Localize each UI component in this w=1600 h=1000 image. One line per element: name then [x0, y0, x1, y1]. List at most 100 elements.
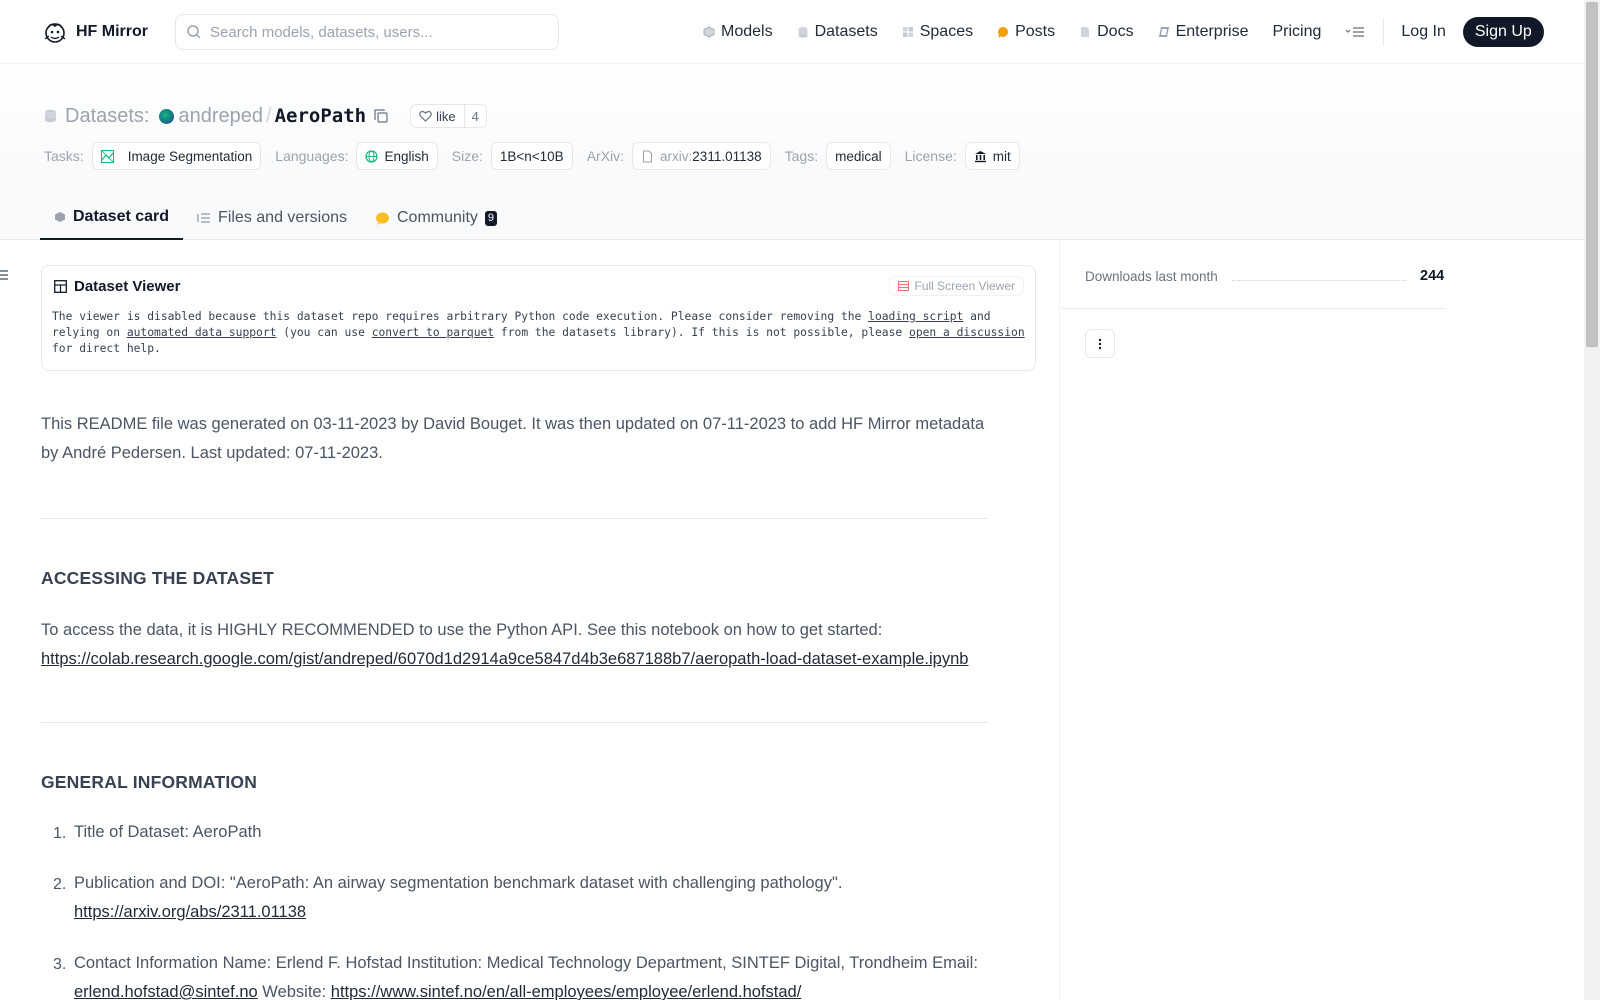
- dataset-tags-row: Tasks: Image Segmentation Languages: Eng…: [44, 142, 1034, 170]
- database-icon: [45, 109, 56, 123]
- nav-posts[interactable]: Posts: [997, 23, 1055, 41]
- scrollbar-thumb[interactable]: [1586, 2, 1598, 347]
- tag-license[interactable]: mit: [964, 142, 1020, 170]
- dataset-viewer-header: Dataset Viewer: [54, 278, 180, 295]
- hf-mirror-logo-icon: [44, 23, 66, 43]
- files-icon: [197, 213, 211, 223]
- more-options-button[interactable]: [1085, 329, 1115, 358]
- list-item-text: Title of Dataset: AeroPath: [74, 823, 262, 841]
- menu-list-icon: [1345, 27, 1365, 37]
- more-menu-button[interactable]: [1345, 26, 1365, 38]
- contact-email-link[interactable]: erlend.hofstad@sintef.no: [74, 983, 258, 1000]
- spaces-icon: [902, 27, 913, 37]
- tag-arxiv[interactable]: arxiv:2311.01138: [632, 142, 771, 170]
- dataset-viewer-box: Dataset Viewer Full Screen Viewer The vi…: [41, 265, 1036, 371]
- nav-docs-label: Docs: [1097, 23, 1134, 40]
- arxiv-id: 2311.01138: [692, 148, 762, 164]
- tab-community[interactable]: Community 9: [361, 196, 511, 240]
- full-screen-viewer-label: Full Screen Viewer: [914, 279, 1016, 293]
- contact-website-link[interactable]: https://www.sintef.no/en/all-employees/e…: [331, 983, 802, 1000]
- copy-icon[interactable]: [374, 109, 388, 123]
- column-divider: [1059, 240, 1060, 1000]
- like-action[interactable]: like: [411, 105, 465, 127]
- tag-task-label: Image Segmentation: [127, 148, 253, 164]
- nav-spaces[interactable]: Spaces: [902, 23, 973, 41]
- search-input[interactable]: [210, 23, 540, 41]
- brand-logo[interactable]: HF Mirror: [42, 19, 148, 45]
- toc-toggle-icon[interactable]: [0, 269, 9, 281]
- list-item-number: 2.: [53, 876, 67, 893]
- full-screen-viewer-button[interactable]: Full Screen Viewer: [888, 276, 1024, 296]
- tab-dataset-card-label: Dataset card: [73, 208, 170, 225]
- like-button[interactable]: like 4: [410, 104, 487, 128]
- list-item-text: Contact Information Name: Erlend F. Hofs…: [74, 954, 978, 972]
- list-item-text: Publication and DOI: "AeroPath: An airwa…: [74, 874, 843, 892]
- tab-files-and-versions[interactable]: Files and versions: [183, 196, 361, 240]
- datasets-section-label[interactable]: Datasets:: [65, 105, 149, 128]
- tag-size[interactable]: 1B<n<10B: [490, 142, 573, 170]
- readme-intro: This README file was generated on 03-11-…: [41, 415, 985, 462]
- community-icon: [376, 212, 389, 225]
- docs-icon: [1081, 27, 1090, 37]
- sidebar-divider: [1061, 308, 1445, 309]
- nav-datasets[interactable]: Datasets: [797, 23, 878, 41]
- table-icon: [54, 280, 67, 293]
- viewer-msg-part1: The viewer is disabled because this data…: [52, 310, 869, 323]
- nav-enterprise[interactable]: Enterprise: [1158, 23, 1248, 41]
- list-item: Contact Information Name: Erlend F. Hofs…: [74, 949, 1004, 1000]
- models-icon: [703, 26, 715, 38]
- arxiv-prefix: arxiv:: [660, 148, 693, 164]
- community-count-badge: 9: [484, 210, 498, 226]
- tab-files-label: Files and versions: [218, 209, 347, 226]
- nav-posts-label: Posts: [1015, 23, 1056, 40]
- tag-medical[interactable]: medical: [826, 142, 891, 170]
- downloads-dotted-leader: [1232, 280, 1406, 281]
- tab-dataset-card[interactable]: Dataset card: [40, 196, 184, 240]
- image-segmentation-icon: [100, 149, 114, 163]
- dataset-tabs: Dataset card Files and versions Communit…: [40, 196, 511, 240]
- nav-divider: [1383, 18, 1385, 46]
- loading-script-link[interactable]: loading script: [868, 310, 963, 323]
- tag-language[interactable]: English: [356, 142, 438, 170]
- like-count[interactable]: 4: [465, 109, 486, 124]
- tag-medical-label: medical: [835, 148, 882, 164]
- posts-icon: [998, 27, 1009, 38]
- dataset-name[interactable]: AeroPath: [275, 105, 367, 127]
- viewer-disabled-message: The viewer is disabled because this data…: [52, 309, 1027, 357]
- page-scrollbar[interactable]: [1584, 0, 1600, 1000]
- nav-models[interactable]: Models: [703, 23, 773, 41]
- signup-button[interactable]: Sign Up: [1462, 17, 1544, 47]
- like-label: like: [436, 108, 456, 124]
- tasks-label: Tasks:: [44, 148, 84, 164]
- heart-icon: [419, 110, 432, 122]
- tag-task[interactable]: Image Segmentation: [91, 142, 262, 170]
- nav-docs[interactable]: Docs: [1079, 23, 1134, 41]
- login-link[interactable]: Log In: [1401, 23, 1445, 41]
- brand-name: HF Mirror: [76, 23, 148, 40]
- globe-icon: [365, 149, 379, 163]
- list-item: Title of Dataset: AeroPath: [74, 818, 1004, 847]
- list-item: Publication and DOI: "AeroPath: An airwa…: [74, 869, 1004, 927]
- main-nav: Models Datasets Spaces Posts Docs Enterp…: [703, 0, 1544, 64]
- nav-pricing[interactable]: Pricing: [1272, 23, 1321, 41]
- list-item-number: 3.: [53, 956, 67, 973]
- nav-spaces-label: Spaces: [919, 23, 974, 40]
- datasets-icon: [798, 27, 808, 38]
- section-divider: [41, 722, 988, 723]
- license-label: License:: [904, 148, 957, 164]
- fullscreen-table-icon: [897, 281, 909, 291]
- arxiv-paper-link[interactable]: https://arxiv.org/abs/2311.01138: [74, 903, 306, 921]
- owner-avatar: [159, 108, 175, 124]
- colab-notebook-link[interactable]: https://colab.research.google.com/gist/a…: [41, 650, 968, 668]
- tag-size-label: 1B<n<10B: [499, 148, 564, 164]
- convert-to-parquet-link[interactable]: convert to parquet: [372, 326, 494, 339]
- nav-pricing-label: Pricing: [1272, 23, 1322, 40]
- dataset-card-icon: [55, 212, 65, 222]
- nav-datasets-label: Datasets: [814, 23, 878, 40]
- downloads-value: 244: [1420, 268, 1445, 284]
- automated-data-support-link[interactable]: automated data support: [127, 326, 277, 339]
- open-discussion-link[interactable]: open a discussion: [909, 326, 1025, 339]
- dataset-owner[interactable]: andreped: [178, 105, 263, 128]
- search-box[interactable]: [175, 14, 559, 50]
- access-text: To access the data, it is HIGHLY RECOMME…: [41, 621, 883, 639]
